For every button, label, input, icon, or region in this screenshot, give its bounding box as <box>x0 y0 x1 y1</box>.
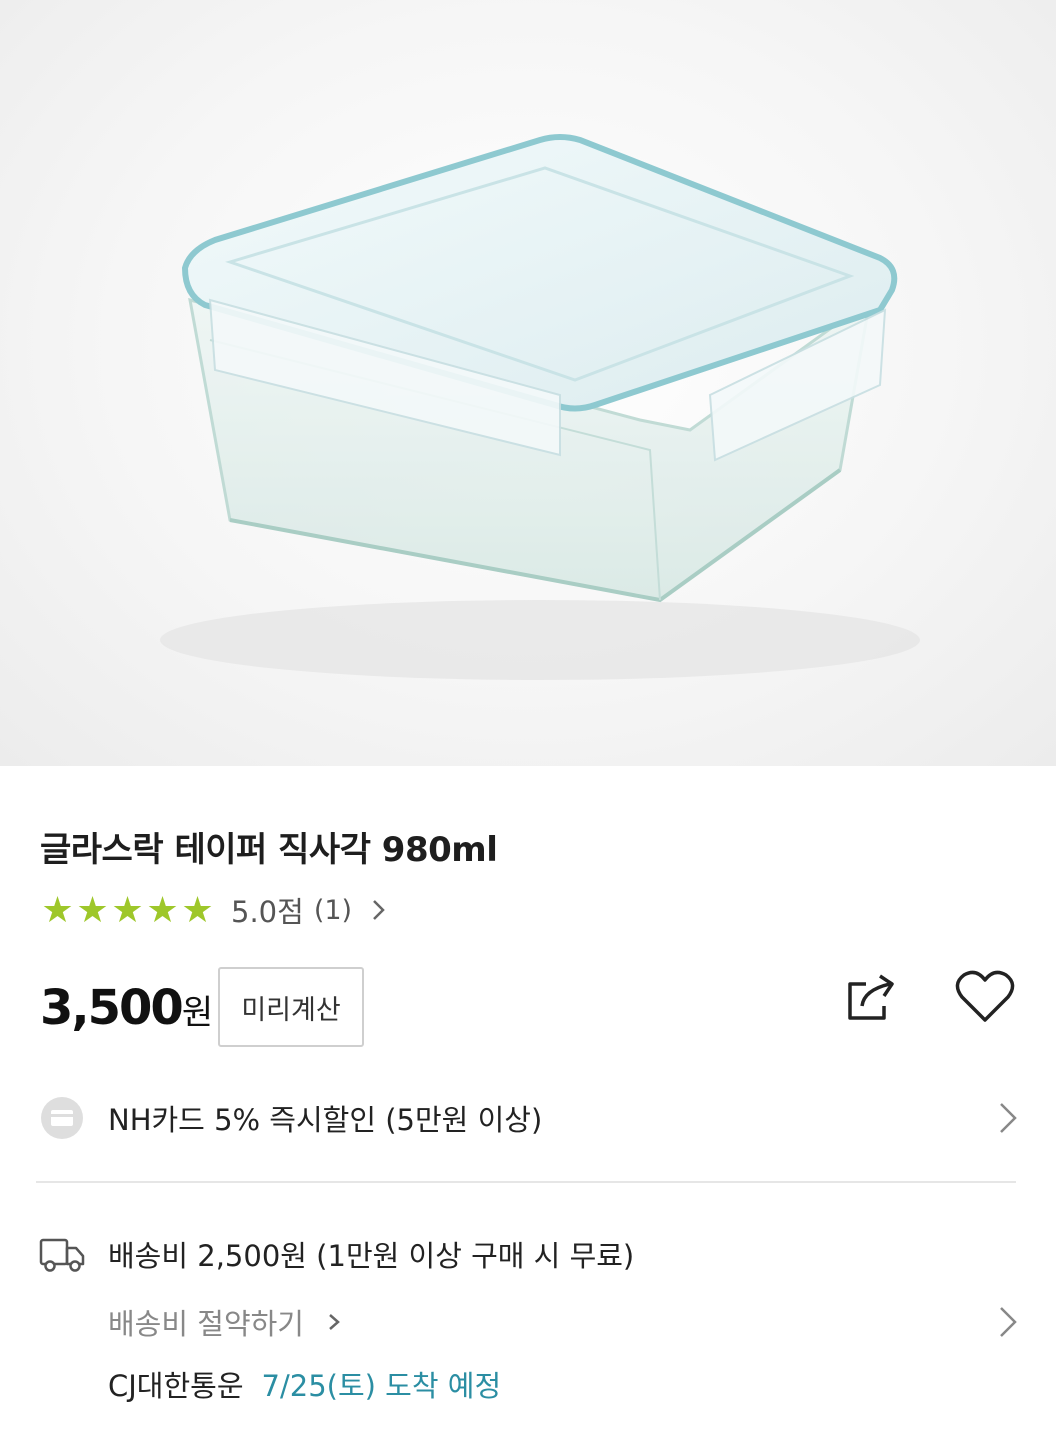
price-unit: 원 <box>181 993 214 1033</box>
star-icon: ★ <box>146 889 179 931</box>
delivery-estimate: CJ대한통운 7/25(토) 도착 예정 <box>108 1360 501 1408</box>
share-icon[interactable] <box>842 970 902 1026</box>
card-benefit-row[interactable]: NH카드 5% 즉시할인 (5만원 이상) <box>40 1088 1020 1148</box>
heart-icon[interactable] <box>954 968 1016 1026</box>
glass-container-illustration <box>160 134 920 680</box>
chevron-right-icon <box>1000 1307 1017 1337</box>
shipping-save-label: 배송비 절약하기 <box>108 1307 304 1341</box>
product-title: 글라스락 테이퍼 직사각 980ml <box>40 830 498 870</box>
precalc-button[interactable]: 미리계산 <box>218 967 364 1047</box>
shipping-fee-text: 배송비 2,500원 (1만원 이상 구매 시 무료) <box>108 1239 635 1273</box>
star-icon: ★ <box>76 889 109 931</box>
truck-icon <box>39 1238 85 1272</box>
review-count: (1) <box>313 894 353 926</box>
card-benefit-text: NH카드 5% 즉시할인 (5만원 이상) <box>108 1103 543 1137</box>
section-divider <box>36 1181 1016 1183</box>
star-rating: ★ ★ ★ ★ ★ <box>40 889 215 931</box>
product-image[interactable] <box>0 0 1056 766</box>
card-icon <box>41 1097 83 1139</box>
rating-score: 5.0점 <box>231 895 304 929</box>
star-icon: ★ <box>41 889 74 931</box>
star-icon: ★ <box>111 889 144 931</box>
chevron-right-icon <box>373 900 385 920</box>
star-icon: ★ <box>181 889 214 931</box>
shipping-fee-row: 배송비 2,500원 (1만원 이상 구매 시 무료) <box>38 1226 634 1282</box>
courier-name: CJ대한통운 <box>108 1369 244 1403</box>
rating-summary[interactable]: ★ ★ ★ ★ ★ 5.0점 (1) <box>40 888 390 932</box>
shipping-save-link[interactable]: 배송비 절약하기 <box>108 1298 1020 1346</box>
price-amount: 3,500 <box>40 980 184 1036</box>
eta-text: 7/25(토) 도착 예정 <box>261 1369 502 1403</box>
product-price: 3,500원 <box>40 980 213 1036</box>
chevron-right-icon <box>329 1314 340 1330</box>
chevron-right-icon <box>1000 1103 1017 1133</box>
